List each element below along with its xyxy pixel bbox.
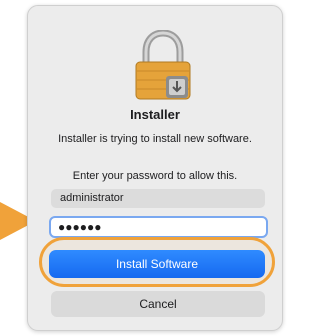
- dialog-title: Installer: [130, 107, 180, 122]
- lock-installer-icon: [135, 30, 191, 100]
- username-field[interactable]: administrator: [51, 189, 265, 208]
- installer-screen: Installer Installer is trying to install…: [0, 0, 292, 336]
- cancel-button[interactable]: Cancel: [51, 291, 265, 317]
- password-prompt: Enter your password to allow this.: [72, 170, 238, 182]
- install-software-button[interactable]: Install Software: [49, 250, 265, 278]
- dialog-subtitle: Installer is trying to install new softw…: [58, 133, 252, 145]
- password-field[interactable]: ●●●●●●: [49, 216, 268, 238]
